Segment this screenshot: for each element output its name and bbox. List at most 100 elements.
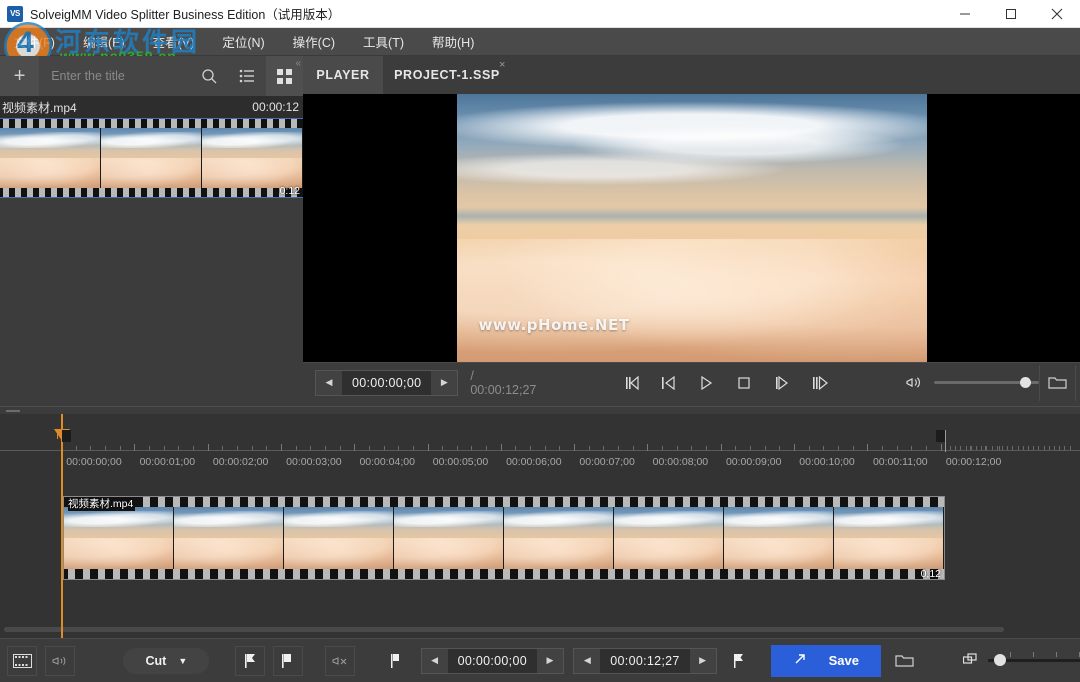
step-forward-frame-icon[interactable] — [808, 371, 832, 395]
media-toolbar: + « — [0, 56, 304, 96]
menu-help[interactable]: 帮助(H) — [418, 28, 488, 56]
start-next-button[interactable]: ▶ — [536, 648, 563, 673]
marker-out-icon[interactable] — [272, 645, 303, 676]
next-keyframe-icon[interactable] — [770, 371, 794, 395]
save-button[interactable]: Save — [770, 644, 881, 677]
open-output-folder-icon[interactable] — [886, 646, 921, 676]
stop-icon[interactable] — [732, 371, 756, 395]
media-item-duration: 00:00:12 — [252, 100, 299, 114]
edit-mode-dropdown[interactable]: Cut ▼ — [123, 647, 210, 674]
marker-in-icon[interactable] — [235, 645, 266, 676]
ruler-tick-minor — [750, 446, 752, 450]
ruler-tick-minor — [1038, 446, 1040, 450]
ruler-label: 00:00:05;00 — [432, 456, 489, 468]
menu-navigate[interactable]: 定位(N) — [208, 28, 278, 56]
ruler-tick-minor — [75, 446, 77, 450]
bottom-toolbar: Cut ▼ ◀ 00:00:00;00 ▶ ◀ 00:00:12;27 ▶ Sa… — [0, 638, 1080, 682]
ruler-tick-minor — [486, 446, 488, 450]
filmstrip-icon[interactable] — [7, 645, 38, 676]
ruler-tick-minor — [339, 446, 341, 450]
tab-project[interactable]: PROJECT-1.SSP × — [383, 56, 511, 94]
ruler-tick-minor — [808, 446, 810, 450]
ruler-tick-minor — [976, 446, 977, 450]
timeline-end-marker[interactable] — [936, 430, 946, 452]
ruler-tick-minor — [955, 446, 957, 450]
zoom-slider-handle[interactable] — [994, 654, 1007, 666]
ruler-tick-major — [867, 444, 869, 451]
step-back-frame-icon[interactable] — [618, 371, 642, 395]
tab-player[interactable]: PLAYER — [303, 56, 383, 94]
list-view-icon[interactable] — [228, 56, 266, 96]
start-prev-button[interactable]: ◀ — [421, 648, 448, 673]
ruler-label: 00:00:12;00 — [945, 456, 1002, 468]
edit-mode-label: Cut — [145, 653, 167, 668]
timeline-thumbnail — [394, 507, 504, 571]
timeline-playhead[interactable] — [54, 414, 70, 638]
player-current-time[interactable]: 00:00:00;00 — [342, 376, 431, 390]
end-prev-button[interactable]: ◀ — [574, 648, 601, 673]
tab-close-icon[interactable]: × — [499, 59, 506, 71]
maximize-icon[interactable] — [988, 0, 1034, 28]
timeline-horizontal-scrollbar[interactable] — [4, 627, 1004, 632]
panel-splitter[interactable] — [0, 406, 1080, 414]
prev-keyframe-icon[interactable] — [656, 371, 680, 395]
timeline-zoom-control[interactable] — [962, 652, 1080, 669]
ruler-tick-minor — [981, 446, 983, 450]
ruler-label: 00:00:03;00 — [286, 456, 342, 468]
timeline-clip[interactable]: 视频素材.mp4 0:12 — [63, 496, 945, 580]
folder-icon[interactable] — [1039, 364, 1075, 401]
timeline-start-marker[interactable] — [62, 430, 71, 442]
selection-end-stepper[interactable]: ◀ 00:00:12;27 ▶ — [573, 647, 717, 674]
timecode-prev-button[interactable]: ◀ — [316, 370, 342, 395]
ruler-baseline — [0, 450, 1080, 451]
ruler-tick-minor — [960, 446, 962, 450]
search-input[interactable] — [51, 69, 192, 83]
ruler-tick-minor — [471, 446, 473, 450]
timecode-next-button[interactable]: ▶ — [431, 370, 458, 395]
media-list-item[interactable]: 视频素材.mp4 00:00:12 0:12 — [0, 96, 303, 198]
volume-icon[interactable] — [902, 371, 926, 395]
media-thumbnail-strip[interactable]: 0:12 — [0, 118, 303, 198]
volume-slider[interactable] — [934, 377, 1040, 388]
player-total-time: / 00:00:12;27 — [470, 368, 537, 397]
zoom-slider[interactable] — [988, 652, 1080, 666]
selection-end-time[interactable]: 00:00:12;27 — [600, 654, 689, 668]
player-timecode-stepper[interactable]: ◀ 00:00:00;00 ▶ — [315, 369, 459, 396]
ruler-tick-minor — [881, 446, 883, 450]
ruler-tick-minor — [911, 446, 913, 450]
volume-control[interactable] — [902, 371, 1040, 395]
audio-waveform-icon[interactable] — [44, 645, 75, 676]
media-search-field[interactable] — [39, 56, 192, 96]
menu-bar: 文件(F) 编辑(E) 查看(V) 定位(N) 操作(C) 工具(T) 帮助(H… — [0, 28, 1080, 56]
mute-icon[interactable] — [325, 645, 356, 676]
menu-tools[interactable]: 工具(T) — [349, 28, 418, 56]
play-icon[interactable] — [694, 371, 718, 395]
collapse-panel-icon[interactable]: « — [295, 58, 301, 69]
end-flag-icon[interactable] — [724, 646, 754, 676]
ruler-tick-minor — [295, 446, 297, 450]
volume-slider-handle[interactable] — [1020, 377, 1032, 388]
ruler-tick-minor — [236, 446, 238, 450]
add-media-button[interactable]: + — [0, 56, 40, 96]
selection-start-stepper[interactable]: ◀ 00:00:00;00 ▶ — [420, 647, 564, 674]
video-preview-area[interactable]: www.pHome.NET — [303, 94, 1080, 362]
menu-view[interactable]: 查看(V) — [139, 28, 209, 56]
menu-file[interactable]: 文件(F) — [0, 28, 69, 56]
selection-start-time[interactable]: 00:00:00;00 — [448, 654, 537, 668]
ruler-tick-minor — [559, 446, 561, 450]
menu-operations[interactable]: 操作(C) — [279, 28, 349, 56]
timeline-ruler[interactable]: 00:00:00;00 00:00:01;00 00:00:02;00 00:00:0… — [0, 438, 1080, 474]
ruler-tick-minor — [222, 446, 224, 450]
ruler-tick-minor — [896, 446, 898, 450]
close-icon[interactable] — [1034, 0, 1080, 28]
flag-icon[interactable] — [381, 646, 411, 676]
timeline-panel[interactable]: 00:00:00;00 00:00:01;00 00:00:02;00 00:00:0… — [0, 414, 1080, 638]
ruler-tick-major — [280, 444, 282, 451]
ruler-label: 00:00:08;00 — [652, 456, 709, 468]
camera-icon[interactable] — [1075, 364, 1080, 401]
title-bar: VS SolveigMM Video Splitter Business Edi… — [0, 0, 1080, 28]
end-next-button[interactable]: ▶ — [689, 648, 716, 673]
search-icon[interactable] — [191, 56, 229, 96]
minimize-icon[interactable] — [942, 0, 988, 28]
menu-edit[interactable]: 编辑(E) — [69, 28, 139, 56]
